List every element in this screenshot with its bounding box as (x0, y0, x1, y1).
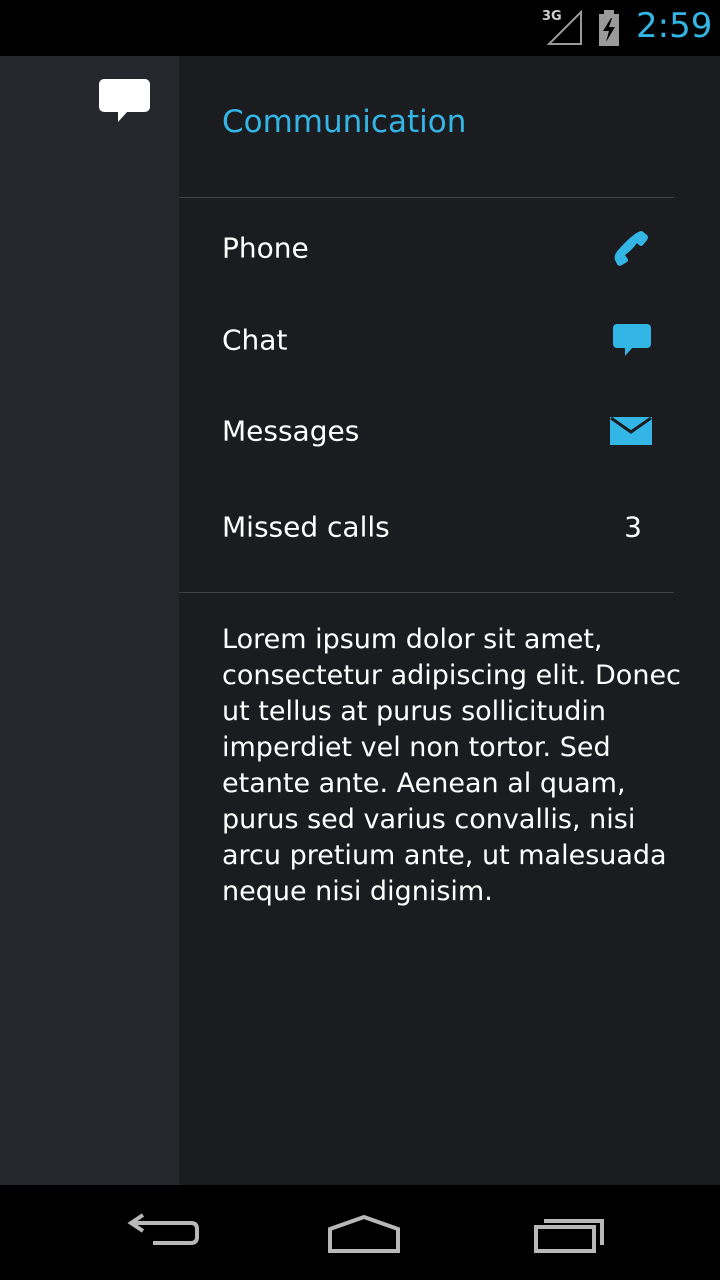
back-icon (127, 1213, 199, 1245)
battery-charging-icon (599, 10, 619, 46)
list-item-label: Chat (222, 323, 288, 357)
list-item-chat[interactable]: Chat (179, 300, 674, 380)
back-button[interactable] (123, 1207, 203, 1257)
list-item-label: Missed calls (222, 510, 390, 544)
main-panel: Communication Phone Chat Messages Missed… (179, 56, 720, 1185)
status-clock: 2:59 (636, 6, 713, 46)
missed-calls-count: 3 (624, 510, 642, 544)
status-bar: 3G 2:59 (0, 0, 720, 56)
list-item-label: Phone (222, 231, 309, 265)
home-button[interactable] (324, 1207, 404, 1257)
recents-icon (534, 1219, 604, 1253)
recents-button[interactable] (530, 1207, 610, 1257)
section-title: Communication (222, 104, 467, 140)
home-icon (328, 1214, 400, 1253)
chat-icon (613, 324, 651, 356)
divider (179, 592, 674, 593)
phone-icon (614, 231, 648, 266)
list-item-label: Messages (222, 414, 360, 448)
chat-bubble-icon[interactable] (98, 78, 152, 124)
body-text: Lorem ipsum dolor sit amet, consectetur … (222, 624, 681, 907)
mail-icon (610, 417, 652, 445)
side-rail (0, 56, 179, 1185)
network-type-label: 3G (542, 9, 562, 24)
list-item-messages[interactable]: Messages (179, 391, 674, 471)
navigation-bar (0, 1185, 720, 1280)
divider (179, 197, 674, 198)
list-item-missed-calls[interactable]: Missed calls 3 (179, 487, 674, 567)
list-item-phone[interactable]: Phone (179, 208, 674, 288)
